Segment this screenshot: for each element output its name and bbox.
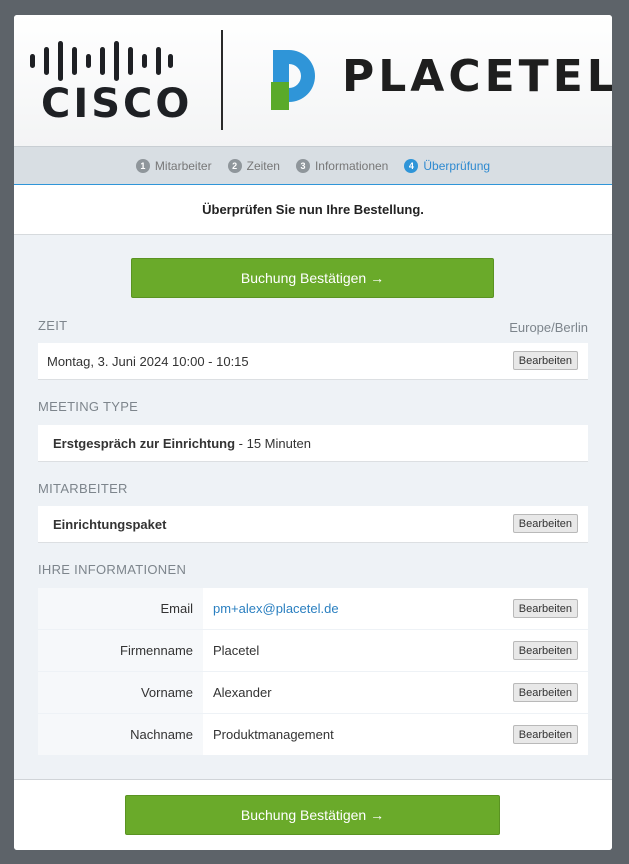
info-row-nachname: Nachname Produktmanagement Bearbeiten: [38, 714, 588, 755]
step-label: Überprüfung: [423, 158, 491, 173]
placetel-logo-icon: [271, 50, 315, 110]
info-key: Vorname: [38, 672, 203, 713]
info-row-email: Email pm+alex@placetel.de Bearbeiten: [38, 588, 588, 629]
confirm-booking-button-bottom[interactable]: Buchung Bestätigen →: [125, 795, 500, 835]
logo-divider: [221, 30, 223, 130]
step-number: 4: [404, 158, 419, 173]
step-number: 1: [135, 158, 150, 173]
meeting-type-duration: - 15 Minuten: [235, 435, 311, 451]
edit-firmenname-button[interactable]: Bearbeiten: [512, 641, 578, 660]
step-label: Informationen: [314, 158, 389, 173]
edit-vorname-button[interactable]: Bearbeiten: [512, 683, 578, 702]
info-key: Nachname: [38, 714, 203, 755]
zeit-row: Montag, 3. Juni 2024 10:00 - 10:15 Bearb…: [38, 343, 588, 380]
section-label-zeit: ZEIT: [38, 318, 68, 333]
step-informationen[interactable]: 3 Informationen: [295, 158, 389, 173]
confirm-booking-button-top[interactable]: Buchung Bestätigen →: [131, 258, 494, 298]
step-zeiten[interactable]: 2 Zeiten: [227, 158, 280, 173]
page-subtitle: Überprüfen Sie nun Ihre Bestellung.: [14, 185, 612, 235]
cisco-logo-text: CISCO: [41, 81, 193, 127]
booking-card: CISCO PLACETEL 1 Mitarbeiter 2 Zeiten 3 …: [14, 15, 612, 850]
info-key: Firmenname: [38, 630, 203, 671]
edit-nachname-button[interactable]: Bearbeiten: [512, 725, 578, 744]
edit-email-button[interactable]: Bearbeiten: [512, 599, 578, 618]
edit-zeit-button[interactable]: Bearbeiten: [512, 351, 578, 370]
logo-header: CISCO PLACETEL: [14, 15, 612, 146]
step-label: Zeiten: [246, 158, 280, 173]
info-row-firmenname: Firmenname Placetel Bearbeiten: [38, 630, 588, 671]
step-label: Mitarbeiter: [154, 158, 212, 173]
info-row-vorname: Vorname Alexander Bearbeiten: [38, 672, 588, 713]
zeit-value: Montag, 3. Juni 2024 10:00 - 10:15: [47, 353, 249, 369]
step-ueberpruefung[interactable]: 4 Überprüfung: [404, 158, 491, 173]
mitarbeiter-value: Einrichtungspaket: [53, 516, 167, 532]
meeting-type-name: Erstgespräch zur Einrichtung: [53, 435, 236, 451]
section-label-meeting-type: MEETING TYPE: [38, 399, 139, 414]
edit-mitarbeiter-button[interactable]: Bearbeiten: [512, 514, 578, 533]
progress-steps: 1 Mitarbeiter 2 Zeiten 3 Informationen 4…: [14, 146, 612, 186]
info-key: Email: [38, 588, 203, 629]
section-label-info: IHRE INFORMATIONEN: [38, 562, 187, 577]
mitarbeiter-row: Einrichtungspaket Bearbeiten: [38, 506, 588, 543]
step-mitarbeiter[interactable]: 1 Mitarbeiter: [135, 158, 212, 173]
section-label-mitarbeiter: MITARBEITER: [38, 481, 128, 496]
info-table: Email pm+alex@placetel.de Bearbeiten Fir…: [38, 588, 588, 756]
placetel-logo-text: PLACETEL: [342, 51, 612, 102]
step-number: 3: [295, 158, 310, 173]
meeting-type-row: Erstgespräch zur Einrichtung - 15 Minute…: [38, 425, 588, 462]
step-number: 2: [227, 158, 242, 173]
timezone-label: Europe/Berlin: [509, 320, 588, 335]
cisco-logo-bars: [30, 41, 173, 81]
